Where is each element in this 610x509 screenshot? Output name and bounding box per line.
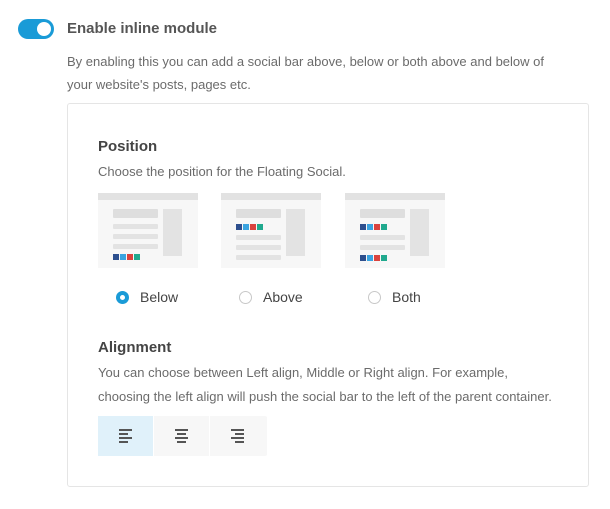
preview-header — [221, 193, 321, 200]
social-square-blue — [360, 255, 366, 261]
module-title: Enable inline module — [67, 20, 218, 37]
social-square-blue — [360, 224, 366, 230]
settings-panel: Position Choose the position for the Flo… — [67, 103, 589, 487]
social-square-red — [374, 224, 380, 230]
preview-title-line — [360, 209, 405, 218]
preview-header — [98, 193, 198, 200]
preview-text-line — [236, 235, 281, 240]
preview-text-line — [113, 244, 158, 249]
enable-inline-toggle[interactable] — [18, 19, 54, 39]
social-square-red — [127, 254, 133, 260]
position-label-above: Above — [263, 289, 303, 305]
social-square-lightblue — [367, 224, 373, 230]
align-center-button[interactable] — [154, 416, 210, 456]
position-label-below: Below — [140, 289, 179, 305]
preview-sidebar — [286, 209, 305, 256]
social-square-green — [134, 254, 140, 260]
alignment-description: You can choose between Left align, Middl… — [98, 365, 552, 404]
preview-below[interactable] — [98, 193, 198, 268]
alignment-title: Alignment — [98, 339, 172, 356]
preview-header — [345, 193, 445, 200]
preview-sidebar — [410, 209, 429, 256]
radio-circle[interactable] — [239, 290, 252, 304]
toggle-knob — [37, 22, 51, 36]
align-right-button[interactable] — [210, 416, 266, 456]
social-square-red — [250, 224, 256, 230]
position-title: Position — [98, 138, 158, 155]
social-square-blue — [113, 254, 119, 260]
module-description: By enabling this you can add a social ba… — [67, 54, 544, 92]
preview-sidebar — [163, 209, 182, 256]
social-square-red — [374, 255, 380, 261]
preview-text-line — [360, 235, 405, 240]
preview-both[interactable] — [345, 193, 445, 268]
social-square-lightblue — [120, 254, 126, 260]
radio-circle[interactable] — [368, 290, 381, 304]
radio-circle-selected[interactable] — [116, 290, 129, 304]
social-square-green — [381, 224, 387, 230]
position-description: Choose the position for the Floating Soc… — [98, 164, 346, 179]
position-label-both: Both — [392, 289, 421, 305]
preview-text-line — [113, 224, 158, 229]
social-square-lightblue — [243, 224, 249, 230]
position-radio-both[interactable]: Both — [368, 287, 421, 307]
position-radio-above[interactable]: Above — [239, 287, 303, 307]
social-square-green — [381, 255, 387, 261]
social-square-lightblue — [367, 255, 373, 261]
preview-text-line — [360, 245, 405, 250]
preview-title-line — [113, 209, 158, 218]
preview-text-line — [236, 245, 281, 250]
align-left-button[interactable] — [98, 416, 154, 456]
preview-text-line — [113, 234, 158, 239]
preview-above[interactable] — [221, 193, 321, 268]
preview-text-line — [236, 255, 281, 260]
alignment-button-group — [98, 416, 267, 456]
social-square-blue — [236, 224, 242, 230]
position-radio-below[interactable]: Below — [116, 287, 178, 307]
preview-title-line — [236, 209, 281, 218]
social-square-green — [257, 224, 263, 230]
